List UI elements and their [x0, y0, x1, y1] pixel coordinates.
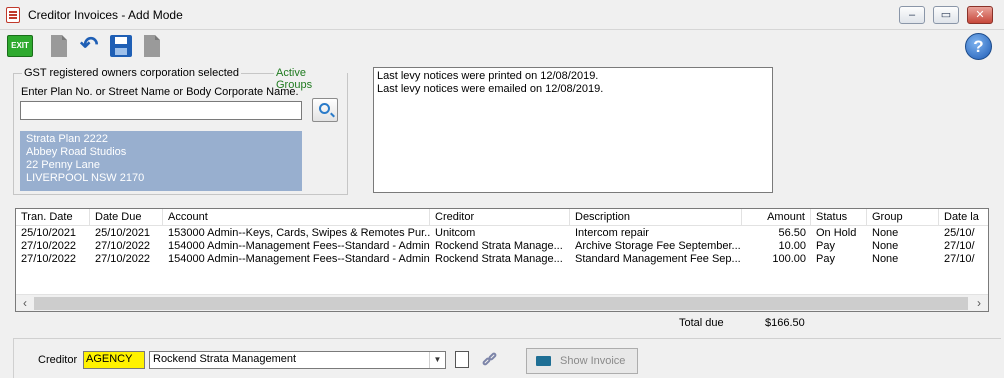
plan-selector-group: GST registered owners corporation select… — [13, 67, 348, 195]
exit-button[interactable]: EXIT — [7, 35, 33, 57]
cell-tran-date: 27/10/2022 — [21, 240, 77, 252]
cell-creditor: Rockend Strata Manage... — [435, 253, 563, 265]
search-icon — [319, 103, 330, 114]
cell-group: None — [872, 227, 899, 239]
horizontal-scrollbar[interactable]: ‹ › — [16, 294, 988, 311]
cell-group: None — [872, 240, 899, 252]
new-doc-icon — [51, 35, 67, 57]
cell-amount: 56.50 — [778, 227, 806, 239]
total-due-label: Total due — [679, 317, 724, 329]
cell-amount: 10.00 — [778, 240, 806, 252]
address-line: Abbey Road Studios — [26, 146, 127, 158]
undo-icon: ↶ — [80, 32, 99, 57]
table-row[interactable]: 27/10/2022 27/10/2022 154000 Admin--Mana… — [16, 253, 988, 266]
column-header[interactable]: Date Due — [90, 209, 163, 226]
table-row[interactable]: 25/10/2021 25/10/2021 153000 Admin--Keys… — [16, 227, 988, 240]
new-button[interactable] — [46, 32, 72, 60]
cell-status: On Hold — [816, 227, 857, 239]
undo-button[interactable]: ↶ — [76, 32, 102, 60]
show-invoice-label: Show Invoice — [560, 355, 626, 367]
creditor-name-select[interactable]: Rockend Strata Management ▼ — [149, 351, 446, 369]
address-line: 22 Penny Lane — [26, 159, 101, 171]
cell-date-last: 27/10/ — [944, 240, 975, 252]
cell-amount: 100.00 — [772, 253, 806, 265]
cell-tran-date: 25/10/2021 — [21, 227, 77, 239]
column-header[interactable]: Status — [811, 209, 867, 226]
cell-account: 153000 Admin--Keys, Cards, Swipes & Remo… — [168, 227, 430, 239]
column-header[interactable]: Creditor — [430, 209, 570, 226]
column-header[interactable]: Tran. Date — [16, 209, 90, 226]
cell-account: 154000 Admin--Management Fees--Standard … — [168, 240, 430, 252]
cell-date-due: 27/10/2022 — [95, 240, 151, 252]
column-header[interactable]: Date la — [939, 209, 988, 226]
plan-address: Strata Plan 2222 Abbey Road Studios 22 P… — [20, 131, 302, 191]
table-row[interactable]: 27/10/2022 27/10/2022 154000 Admin--Mana… — [16, 240, 988, 253]
creditor-label: Creditor — [38, 354, 78, 366]
export-button[interactable] — [139, 32, 165, 60]
creditor-name-value: Rockend Strata Management — [153, 353, 297, 365]
window-title: Creditor Invoices - Add Mode — [28, 8, 183, 22]
scroll-thumb[interactable] — [34, 297, 968, 310]
plan-search-input[interactable] — [20, 101, 302, 120]
close-button[interactable]: ✕ — [967, 6, 993, 24]
help-button[interactable]: ? — [965, 33, 992, 60]
grid-header: Tran. Date Date Due Account Creditor Des… — [16, 209, 988, 226]
cell-date-last: 25/10/ — [944, 227, 975, 239]
cell-description: Archive Storage Fee September... — [575, 240, 741, 252]
search-button[interactable] — [312, 98, 338, 122]
app-icon — [6, 7, 20, 23]
cell-creditor: Rockend Strata Manage... — [435, 240, 563, 252]
restore-button[interactable]: ▭ — [933, 6, 959, 24]
new-creditor-doc-icon[interactable] — [455, 351, 469, 368]
cell-status: Pay — [816, 240, 835, 252]
title-bar: Creditor Invoices - Add Mode – ▭ ✕ — [0, 0, 1004, 30]
column-header[interactable]: Account — [163, 209, 430, 226]
cell-creditor: Unitcom — [435, 227, 476, 239]
total-due-value: $166.50 — [765, 317, 805, 329]
plan-search-prompt: Enter Plan No. or Street Name or Body Co… — [21, 86, 299, 98]
toolbar: EXIT ↶ ? — [0, 30, 1004, 62]
chevron-down-icon[interactable]: ▼ — [429, 352, 445, 368]
cell-date-last: 27/10/ — [944, 253, 975, 265]
creditor-code-input[interactable]: AGENCY — [83, 351, 145, 369]
save-button[interactable] — [107, 32, 133, 60]
column-header[interactable]: Amount — [742, 209, 811, 226]
scroll-right-icon[interactable]: › — [971, 296, 987, 311]
cell-date-due: 27/10/2022 — [95, 253, 151, 265]
notice-line: Last levy notices were printed on 12/08/… — [377, 70, 599, 82]
show-invoice-button[interactable]: Show Invoice — [526, 348, 638, 374]
minimize-button[interactable]: – — [899, 6, 925, 24]
link-icon[interactable] — [481, 350, 501, 370]
document-export-icon — [144, 35, 160, 57]
cell-account: 154000 Admin--Management Fees--Standard … — [168, 253, 430, 265]
cell-date-due: 25/10/2021 — [95, 227, 151, 239]
cell-status: Pay — [816, 253, 835, 265]
address-line: LIVERPOOL NSW 2170 — [26, 172, 145, 184]
cell-tran-date: 27/10/2022 — [21, 253, 77, 265]
cell-description: Standard Management Fee Sep... — [575, 253, 741, 265]
scroll-left-icon[interactable]: ‹ — [17, 296, 33, 311]
invoice-icon — [536, 356, 551, 366]
address-line: Strata Plan 2222 — [26, 133, 108, 145]
column-header[interactable]: Group — [867, 209, 939, 226]
invoice-grid[interactable]: Tran. Date Date Due Account Creditor Des… — [15, 208, 989, 312]
link-part — [487, 351, 498, 362]
group-label: GST registered owners corporation select… — [22, 67, 242, 79]
save-icon — [110, 35, 132, 57]
column-header[interactable]: Description — [570, 209, 742, 226]
cell-group: None — [872, 253, 899, 265]
levy-notice-box: Last levy notices were printed on 12/08/… — [373, 67, 773, 193]
notice-line: Last levy notices were emailed on 12/08/… — [377, 83, 604, 95]
cell-description: Intercom repair — [575, 227, 649, 239]
